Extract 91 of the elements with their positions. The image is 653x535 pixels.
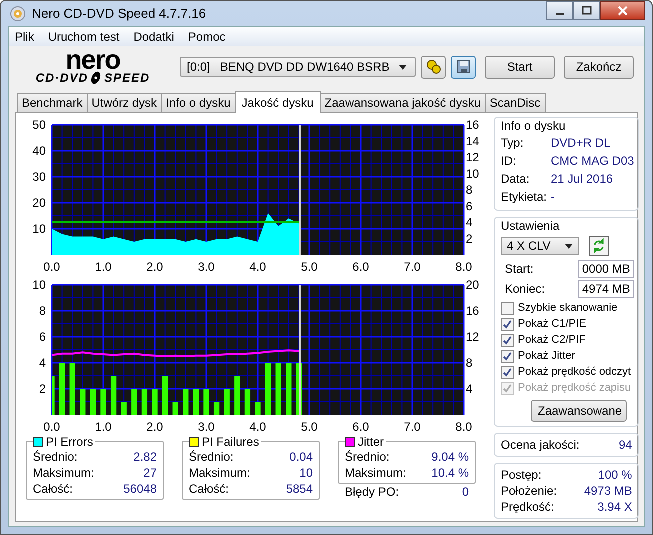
info-label: Etykieta: [501, 189, 548, 206]
stat-label: Średnio: [189, 449, 234, 465]
stat-label: Średnio: [33, 449, 78, 465]
stat-value: 94 [618, 437, 632, 453]
axis-tick-label: 7.0 [404, 420, 421, 434]
checkbox-label: Pokaż prędkość odczyt [518, 365, 632, 380]
axis-tick-label: 5.0 [301, 420, 318, 434]
axis-tick-label: 4.0 [250, 260, 266, 274]
stat-label: Prędkość: [501, 499, 554, 515]
stat-label: Maksimum: [189, 465, 250, 481]
axis-tick-label: 20 [32, 196, 46, 210]
stat-value: 56048 [124, 481, 157, 497]
axis-tick-label: 8 [466, 356, 473, 370]
logo-text: SPEED [104, 71, 150, 85]
info-label: ID: [501, 153, 518, 170]
axis-tick-label: 2 [39, 382, 46, 396]
axis-tick-label: 1.0 [95, 420, 112, 434]
stat-label: Maksimum: [345, 465, 406, 481]
checkbox-label: Szybkie skanowanie [518, 301, 618, 316]
axis-tick-label: 10 [32, 278, 46, 292]
axis-tick-label: 4 [39, 356, 46, 370]
info-value: 21 Jul 2016 [551, 171, 614, 188]
axis-tick-label: 8 [39, 304, 46, 318]
group-title: PI Failures [202, 435, 260, 449]
axis-tick-label: 16 [466, 118, 480, 132]
stat-value: 100 % [598, 467, 632, 483]
axis-tick-label: 40 [32, 144, 46, 158]
stat-label: Całość: [189, 481, 230, 497]
stat-value: 5854 [286, 481, 313, 497]
axis-tick-label: 50 [32, 118, 46, 132]
logo-text: CD·DVD [36, 71, 88, 85]
group-title: Jitter [358, 435, 384, 449]
info-value: - [551, 189, 555, 206]
field-label: Start: [505, 262, 534, 276]
axis-tick-label: 6.0 [352, 260, 370, 274]
stat-value: 0 [462, 484, 469, 500]
axis-tick-label: 1.0 [95, 260, 112, 274]
stat-value: 0.04 [290, 449, 313, 465]
axis-tick-label: 6 [466, 199, 473, 214]
axis-tick-label: 8 [466, 183, 473, 197]
axis-tick-label: 8.0 [456, 260, 472, 274]
window-title: Nero CD-DVD Speed 4.7.7.16 [32, 6, 208, 21]
group-title: Info o dysku [501, 118, 566, 134]
logo-text: nero [66, 49, 120, 71]
axis-tick-label: 20 [466, 278, 480, 292]
axis-tick-label: 12 [466, 330, 480, 344]
axis-tick-label: 14 [466, 134, 480, 148]
stat-label: Średnio: [345, 449, 390, 465]
info-value: CMC MAG D03 [551, 153, 634, 170]
stat-label: Maksimum: [33, 465, 94, 481]
axis-tick-label: 3.0 [198, 260, 215, 274]
checkbox-label: Pokaż C1/PIE [518, 317, 586, 332]
stat-label: Położenie: [501, 483, 558, 499]
axis-tick-label: 0.0 [44, 260, 60, 274]
axis-tick-label: 2.0 [146, 260, 164, 274]
group-title: PI Errors [46, 435, 94, 449]
axis-tick-label: 6.0 [352, 420, 370, 434]
axis-tick-label: 4.0 [250, 420, 266, 434]
axis-tick-label: 12 [466, 150, 480, 164]
stat-value: 27 [144, 465, 157, 481]
checkbox-label: Pokaż Jitter [518, 349, 576, 364]
stat-value: 10.4 % [432, 465, 469, 481]
checkbox-label: Pokaż C2/PIF [518, 333, 586, 348]
axis-tick-label: 0.0 [44, 420, 60, 434]
axis-tick-label: 8.0 [456, 420, 472, 434]
info-label: Data: [501, 171, 531, 188]
axis-tick-label: 5.0 [301, 260, 318, 274]
info-label: Typ: [501, 135, 525, 152]
stat-value: 10 [300, 465, 313, 481]
stat-label: Ocena jakości: [501, 437, 580, 453]
stat-label: Całość: [33, 481, 74, 497]
axis-tick-label: 16 [466, 304, 480, 318]
field-label: Koniec: [505, 282, 546, 296]
stat-value: 3.94 X [598, 499, 632, 515]
axis-tick-label: 30 [32, 170, 46, 184]
stat-value: 9.04 % [432, 449, 469, 465]
axis-tick-label: 4 [466, 382, 473, 396]
axis-tick-label: 2 [466, 232, 473, 246]
axis-tick-label: 2.0 [146, 420, 164, 434]
axis-tick-label: 10 [32, 222, 46, 236]
axis-tick-label: 7.0 [404, 260, 421, 274]
checkbox-label: Pokaż prędkość zapisu [518, 381, 632, 396]
axis-tick-label: 3.0 [198, 420, 215, 434]
stat-label: Błędy PO: [345, 484, 400, 500]
stat-value: 2.82 [134, 449, 157, 465]
stat-value: 4973 MB [584, 483, 632, 499]
axis-tick-label: 6 [39, 330, 46, 344]
info-value: DVD+R DL [551, 135, 611, 152]
axis-tick-label: 10 [466, 166, 480, 181]
stat-label: Postęp: [501, 467, 542, 483]
axis-tick-label: 4 [466, 216, 473, 230]
